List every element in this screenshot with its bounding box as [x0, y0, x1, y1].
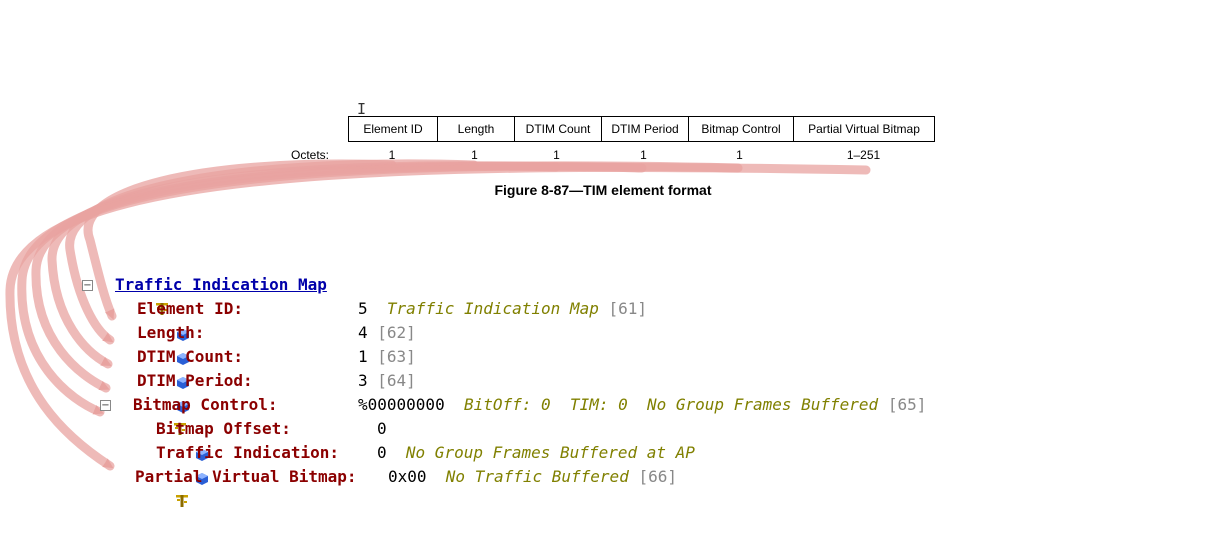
field-reference: [63] — [377, 347, 416, 366]
field-description: Traffic Indication Map — [386, 299, 599, 318]
tree-row-dtim-period[interactable]: DTIM Period: — [119, 370, 253, 413]
field-leaf-icon — [119, 327, 189, 365]
octet-partial-virtual-bitmap: 1–251 — [846, 148, 881, 162]
value-dtim-count: 1 [63] — [358, 346, 416, 368]
collapse-minus-icon[interactable]: − — [100, 399, 111, 411]
field-group-icon — [117, 470, 188, 507]
column-element-id: Element ID — [363, 122, 423, 136]
field-value: 0 — [377, 419, 387, 438]
field-label: Bitmap Control: — [133, 395, 278, 414]
tim-format-table: Element ID Length DTIM Count DTIM Period… — [348, 116, 935, 142]
tree-title[interactable]: Traffic Indication Map — [115, 274, 327, 296]
field-label: Partial Virtual Bitmap: — [135, 467, 357, 486]
tree-node-traffic-indication-map[interactable]: − Traffic Indication Map — [82, 274, 327, 315]
field-value: 1 — [358, 347, 368, 366]
tree-row-dtim-count[interactable]: DTIM Count: — [119, 346, 243, 389]
field-reference: [62] — [377, 323, 416, 342]
octet-dtim-period: 1 — [640, 148, 647, 162]
field-description: BitOff: 0 TIM: 0 No Group Frames Buffere… — [463, 395, 879, 414]
field-label: Element ID: — [137, 299, 243, 318]
field-label: Length: — [137, 323, 205, 342]
octet-dtim-count: 1 — [553, 148, 560, 162]
field-value: 0 — [377, 443, 387, 462]
field-description: No Group Frames Buffered at AP — [405, 443, 695, 462]
mapping-arrows — [5, 159, 871, 471]
column-dtim-count: DTIM Count — [514, 117, 601, 141]
tree-row-length[interactable]: Length: — [119, 322, 205, 365]
octets-label: Octets: — [291, 148, 330, 162]
value-traffic-indication: 0 No Group Frames Buffered at AP — [377, 442, 695, 464]
value-bitmap-offset: 0 — [377, 418, 387, 440]
column-length: Length — [437, 117, 514, 141]
field-value: 5 — [358, 299, 368, 318]
tree-row-bitmap-control[interactable]: − Bitmap Control: — [100, 394, 278, 435]
tree-row-element-id[interactable]: Element ID: — [119, 298, 243, 341]
column-partial-virtual-bitmap: Partial Virtual Bitmap — [793, 117, 934, 141]
field-description: No Traffic Buffered — [445, 467, 629, 486]
field-reference: [61] — [608, 299, 647, 318]
field-label: Bitmap Offset: — [156, 419, 291, 438]
field-leaf-icon — [138, 447, 208, 485]
value-partial-virtual-bitmap: 0x00 No Traffic Buffered [66] — [388, 466, 677, 488]
field-leaf-icon — [119, 351, 189, 389]
tree-row-partial-virtual-bitmap[interactable]: Partial Virtual Bitmap: — [117, 466, 357, 507]
value-bitmap-control: %00000000 BitOff: 0 TIM: 0 No Group Fram… — [358, 394, 926, 416]
field-group-icon — [97, 278, 168, 315]
value-dtim-period: 3 [64] — [358, 370, 416, 392]
octet-element-id: 1 — [388, 148, 396, 162]
value-length: 4 [62] — [358, 322, 416, 344]
value-element-id: 5 Traffic Indication Map [61] — [358, 298, 647, 320]
field-group-icon — [115, 398, 186, 435]
field-value: 4 — [358, 323, 368, 342]
field-value: 3 — [358, 371, 368, 390]
tree-row-traffic-indication[interactable]: Traffic Indication: — [138, 442, 340, 485]
field-reference: [64] — [377, 371, 416, 390]
field-leaf-icon — [119, 303, 189, 341]
field-value: 0x00 — [388, 467, 427, 486]
field-leaf-icon — [138, 423, 208, 461]
field-leaf-icon — [119, 375, 189, 413]
field-label: DTIM Period: — [137, 371, 253, 390]
field-value: %00000000 — [358, 395, 445, 414]
field-reference: [65] — [887, 395, 927, 414]
column-bitmap-control: Bitmap Control — [688, 117, 793, 141]
octet-bitmap-control: 1 — [736, 148, 743, 162]
column-dtim-period: DTIM Period — [601, 117, 688, 141]
collapse-minus-icon[interactable]: − — [82, 279, 93, 291]
tree-row-bitmap-offset[interactable]: Bitmap Offset: — [138, 418, 291, 461]
field-label: DTIM Count: — [137, 347, 243, 366]
figure-caption: Figure 8-87—TIM element format — [494, 182, 712, 198]
field-reference: [66] — [638, 467, 677, 486]
octet-length: 1 — [471, 148, 478, 162]
field-label: Traffic Indication: — [156, 443, 340, 462]
